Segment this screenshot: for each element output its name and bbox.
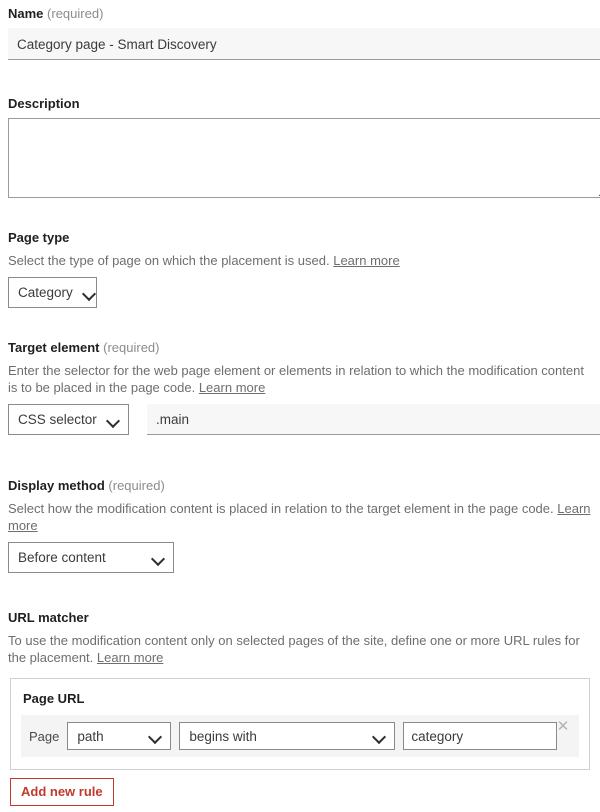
url-matcher-helper-text: To use the modification content only on … (8, 633, 580, 665)
description-textarea[interactable] (8, 118, 600, 198)
display-method-helper-text: Select how the modification content is p… (8, 501, 554, 516)
name-label: Name (required) (8, 6, 600, 22)
chevron-down-icon (152, 554, 165, 562)
url-matcher-card-title: Page URL (23, 691, 85, 706)
rule-operator-select-value: begins with (189, 728, 257, 744)
page-type-helper-text: Select the type of page on which the pla… (8, 253, 330, 268)
chevron-down-icon (373, 732, 386, 740)
name-required-note: (required) (47, 6, 104, 21)
selector-value-input[interactable] (147, 404, 600, 435)
display-method-required-note: (required) (108, 478, 165, 493)
display-method-select[interactable]: Before content (8, 542, 174, 573)
add-new-rule-button[interactable]: Add new rule (10, 778, 114, 806)
name-field-group: Name (required) (0, 6, 600, 60)
url-matcher-helper: To use the modification content only on … (8, 632, 592, 666)
page-type-label: Page type (8, 230, 600, 246)
url-matcher-field-group: URL matcher To use the modification cont… (0, 610, 600, 674)
add-rule-wrapper: Add new rule (10, 778, 114, 806)
page-type-field-group: Page type Select the type of page on whi… (0, 230, 600, 308)
page-type-helper: Select the type of page on which the pla… (8, 252, 592, 269)
display-method-field-group: Display method (required) Select how the… (0, 478, 600, 573)
name-label-text: Name (8, 6, 44, 21)
rule-value-input[interactable] (403, 722, 558, 750)
target-element-label-text: Target element (8, 340, 100, 355)
page-type-select-value: Category (18, 285, 73, 300)
url-matcher-learn-more-link[interactable]: Learn more (97, 650, 163, 665)
description-field-group: Description (0, 96, 600, 198)
chevron-down-icon (107, 416, 120, 424)
placement-settings-form: Name (required) Description Page type Se… (0, 0, 600, 812)
target-element-row: CSS selector (8, 404, 600, 435)
description-label: Description (8, 96, 600, 112)
description-label-text: Description (8, 96, 80, 111)
url-matcher-card: Page URL Page path begins with ✕ (10, 678, 590, 770)
target-element-required-note: (required) (103, 340, 160, 355)
url-matcher-label-text: URL matcher (8, 610, 89, 625)
selector-type-select[interactable]: CSS selector (8, 404, 129, 435)
rule-operator-select[interactable]: begins with (179, 722, 396, 750)
target-element-helper-text: Enter the selector for the web page elem… (8, 363, 584, 395)
target-element-field-group: Target element (required) Enter the sele… (0, 340, 600, 435)
target-element-helper: Enter the selector for the web page elem… (8, 362, 592, 396)
table-row: Page path begins with ✕ (21, 715, 579, 757)
target-element-label: Target element (required) (8, 340, 600, 356)
rule-prefix-label: Page (29, 728, 60, 744)
rule-field-select-value: path (77, 728, 104, 744)
close-icon[interactable]: ✕ (555, 719, 571, 735)
chevron-down-icon (83, 289, 96, 297)
name-input[interactable] (8, 28, 600, 60)
display-method-helper: Select how the modification content is p… (8, 500, 592, 534)
url-matcher-label: URL matcher (8, 610, 600, 626)
display-method-label-text: Display method (8, 478, 105, 493)
page-type-label-text: Page type (8, 230, 70, 245)
page-type-learn-more-link[interactable]: Learn more (333, 253, 399, 268)
display-method-select-value: Before content (18, 550, 106, 565)
selector-type-select-value: CSS selector (18, 412, 97, 427)
display-method-label: Display method (required) (8, 478, 600, 494)
target-element-learn-more-link[interactable]: Learn more (199, 380, 265, 395)
chevron-down-icon (149, 732, 162, 740)
rule-field-select[interactable]: path (67, 722, 172, 750)
page-type-select[interactable]: Category (8, 277, 97, 308)
